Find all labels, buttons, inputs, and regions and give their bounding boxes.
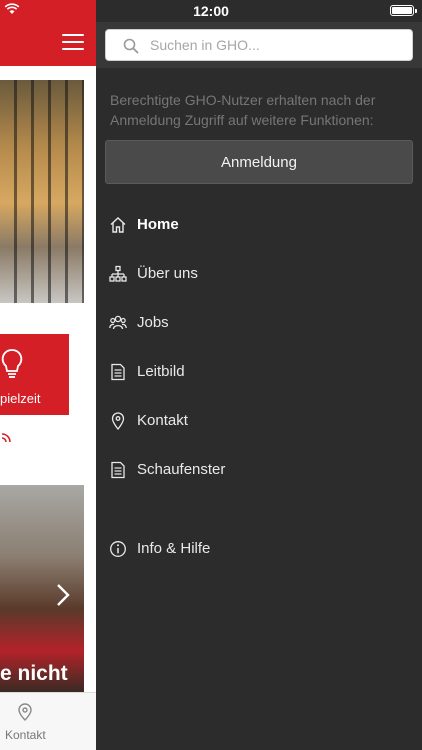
background-app: pielzeit e nicht Kontakt (0, 0, 96, 750)
people-icon (109, 315, 127, 330)
menu-item-label: Kontakt (137, 412, 188, 429)
signal-icon (1, 433, 11, 443)
status-bar: 12:00 (96, 0, 422, 22)
menu-item-kontakt[interactable]: Kontakt (96, 397, 422, 445)
menu-item-label: Home (137, 216, 179, 233)
menu-item-label: Leitbild (137, 363, 185, 380)
menu-item-info-hilfe[interactable]: Info & Hilfe (96, 525, 422, 573)
background-tab-bar: Kontakt (0, 692, 96, 750)
menu-item-schaufenster[interactable]: Schaufenster (96, 446, 422, 494)
tab-kontakt-label[interactable]: Kontakt (5, 728, 46, 742)
chevron-right-icon[interactable] (55, 583, 71, 607)
search-input[interactable] (150, 30, 400, 60)
menu-item-jobs[interactable]: Jobs (96, 299, 422, 347)
login-info-text: Berechtigte GHO-Nutzer erhalten nach der… (110, 92, 376, 128)
background-tile[interactable]: pielzeit (0, 334, 69, 415)
menu-item-label: Schaufenster (137, 461, 226, 478)
background-header (0, 0, 96, 66)
login-button[interactable]: Anmeldung (105, 140, 413, 184)
menu-item-leitbild[interactable]: Leitbild (96, 348, 422, 396)
status-time: 12:00 (193, 3, 229, 19)
location-pin-icon[interactable] (18, 703, 32, 721)
background-photo-building (0, 80, 84, 303)
search-bar (96, 22, 422, 68)
battery-icon (390, 5, 417, 16)
document-icon (111, 363, 125, 381)
location-pin-icon (111, 412, 125, 430)
menu-item-label: Über uns (137, 265, 198, 282)
side-drawer: 12:00 Berechtigte GHO-Nutzer erhalten na… (96, 0, 422, 750)
hamburger-menu-icon[interactable] (62, 34, 84, 52)
lightbulb-icon (1, 349, 23, 378)
menu-item-home[interactable]: Home (96, 201, 422, 249)
info-icon (110, 541, 126, 557)
background-photo-carousel[interactable]: e nicht (0, 485, 84, 692)
wifi-icon (4, 3, 20, 14)
org-chart-icon (109, 265, 127, 282)
menu-item-label: Jobs (137, 314, 169, 331)
search-box[interactable] (105, 29, 413, 61)
search-icon (123, 38, 139, 54)
menu-item-label: Info & Hilfe (137, 540, 211, 557)
document-icon (111, 461, 125, 479)
menu-item-ueber-uns[interactable]: Über uns (96, 250, 422, 298)
tile-label: pielzeit (0, 391, 41, 406)
home-icon (110, 217, 126, 233)
carousel-caption: e nicht (0, 662, 68, 685)
